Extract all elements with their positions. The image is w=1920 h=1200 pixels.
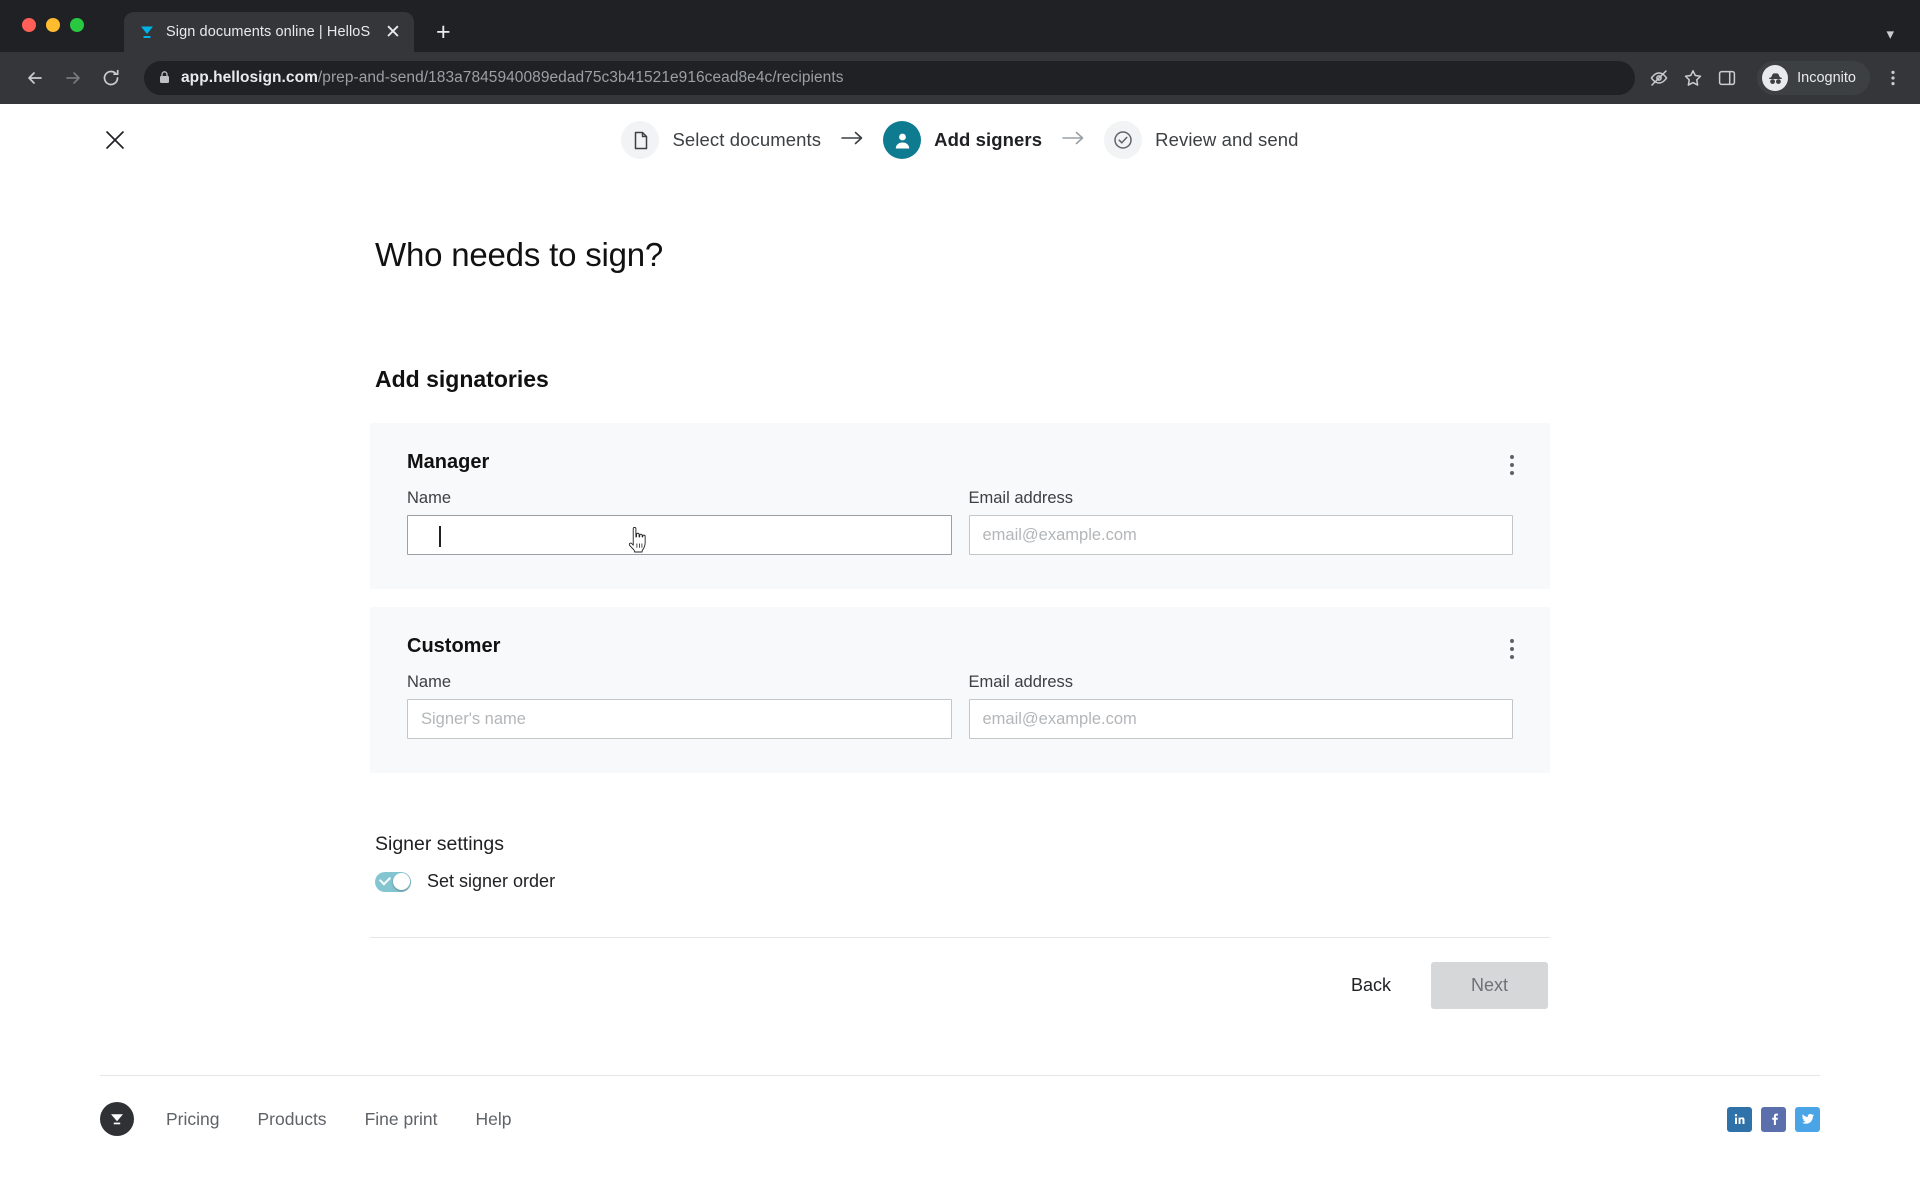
browser-tab-title: Sign documents online | HelloS xyxy=(166,24,371,40)
close-icon[interactable] xyxy=(98,123,132,157)
signer-name-field-group-manager: Name xyxy=(407,489,952,555)
signer-fields-customer: Name Email address xyxy=(390,673,1530,739)
step-review-and-send[interactable]: Review and send xyxy=(1104,121,1298,159)
signer-email-field-group-customer: Email address xyxy=(968,673,1513,739)
page-content: Select documents Add signers Review and … xyxy=(0,104,1920,1200)
footer-links: Pricing Products Fine print Help xyxy=(100,1102,518,1136)
footer-link-fine-print[interactable]: Fine print xyxy=(359,1109,444,1130)
footer-social-links xyxy=(1727,1106,1820,1132)
signer-email-field-group-manager: Email address xyxy=(968,489,1513,555)
browser-window: Sign documents online | HelloS ✕ + ▾ app… xyxy=(0,0,1920,1200)
window-traffic-lights xyxy=(22,18,84,32)
side-panel-icon[interactable] xyxy=(1717,68,1737,88)
check-icon xyxy=(378,872,392,886)
page-title: Who needs to sign? xyxy=(375,236,664,273)
kebab-menu-icon[interactable] xyxy=(1884,69,1902,87)
check-circle-icon xyxy=(1104,121,1143,159)
tab-close-icon[interactable]: ✕ xyxy=(382,23,404,42)
arrow-right-icon[interactable] xyxy=(56,61,90,95)
signer-email-label-customer: Email address xyxy=(968,673,1074,691)
lock-icon xyxy=(158,70,171,87)
incognito-label: Incognito xyxy=(1797,70,1856,86)
section-title-add-signatories: Add signatories xyxy=(375,366,549,392)
footer-link-pricing[interactable]: Pricing xyxy=(160,1109,226,1130)
step-add-signers[interactable]: Add signers xyxy=(883,121,1042,159)
signer-menu-button-customer[interactable] xyxy=(1500,635,1524,663)
signer-settings-title: Signer settings xyxy=(375,833,504,855)
set-signer-order-label: Set signer order xyxy=(427,871,556,891)
signer-name-input-wrap-manager xyxy=(407,515,952,555)
browser-tab[interactable]: Sign documents online | HelloS ✕ xyxy=(124,12,414,52)
eye-slash-icon[interactable] xyxy=(1649,68,1669,88)
window-maximize-button[interactable] xyxy=(70,18,84,32)
footer-link-products[interactable]: Products xyxy=(252,1109,333,1130)
browser-tabstrip: Sign documents online | HelloS ✕ + ▾ xyxy=(0,0,1920,52)
signer-name-label-customer: Name xyxy=(407,673,452,691)
signer-email-input-manager[interactable] xyxy=(968,515,1513,555)
set-signer-order-row: Set signer order xyxy=(370,871,1550,892)
chevron-down-icon[interactable]: ▾ xyxy=(1886,25,1894,43)
step-select-documents[interactable]: Select documents xyxy=(621,121,821,159)
new-tab-button[interactable]: + xyxy=(436,20,451,45)
hellosign-logo-icon xyxy=(100,1102,134,1136)
step-label-review-and-send: Review and send xyxy=(1155,129,1299,150)
next-button[interactable]: Next xyxy=(1430,962,1548,1009)
reload-icon[interactable] xyxy=(94,61,128,95)
window-minimize-button[interactable] xyxy=(46,18,60,32)
address-bar-path: /prep-and-send/183a7845940089edad75c3b41… xyxy=(317,69,844,86)
arrow-right-icon xyxy=(841,129,863,151)
signer-menu-button-manager[interactable] xyxy=(1500,451,1524,479)
person-icon xyxy=(883,121,922,159)
app-topbar: Select documents Add signers Review and … xyxy=(0,104,1920,176)
document-icon xyxy=(621,121,660,159)
footer-link-help[interactable]: Help xyxy=(470,1109,518,1130)
step-label-add-signers: Add signers xyxy=(934,129,1043,150)
toggle-knob xyxy=(392,873,410,890)
actions-divider xyxy=(370,937,1550,938)
address-bar-host: app.hellosign.com xyxy=(181,69,318,86)
signer-name-input-manager[interactable] xyxy=(407,515,952,555)
workflow-stepper: Select documents Add signers Review and … xyxy=(621,121,1298,159)
browser-toolbar: app.hellosign.com/prep-and-send/183a7845… xyxy=(0,52,1920,104)
arrow-right-icon xyxy=(1062,129,1084,151)
text-caret xyxy=(439,526,441,547)
signer-name-input-customer[interactable] xyxy=(407,699,952,739)
main-content: Who needs to sign? Add signatories Manag… xyxy=(370,176,1550,1009)
signer-email-input-customer[interactable] xyxy=(968,699,1513,739)
signer-card-customer: Customer Name Email address xyxy=(370,607,1550,773)
page-footer: Pricing Products Fine print Help xyxy=(100,1076,1820,1162)
signer-role-manager: Manager xyxy=(407,451,490,473)
toolbar-icons: Incognito xyxy=(1649,61,1902,95)
wizard-actions: Back Next xyxy=(370,962,1550,1009)
twitter-icon[interactable] xyxy=(1795,1106,1820,1132)
signer-name-label-manager: Name xyxy=(407,489,452,507)
step-label-select-documents: Select documents xyxy=(672,129,822,150)
back-button[interactable]: Back xyxy=(1333,963,1409,1008)
signer-name-field-group-customer: Name xyxy=(407,673,952,739)
arrow-left-icon[interactable] xyxy=(18,61,52,95)
incognito-indicator[interactable]: Incognito xyxy=(1757,61,1870,95)
hellosign-logo-icon xyxy=(138,23,156,41)
signer-email-label-manager: Email address xyxy=(968,489,1074,507)
signer-fields-manager: Name Email address xyxy=(390,489,1530,555)
star-icon[interactable] xyxy=(1683,68,1703,88)
window-close-button[interactable] xyxy=(22,18,36,32)
address-bar-url: app.hellosign.com/prep-and-send/183a7845… xyxy=(181,69,844,87)
signer-card-manager: Manager Name Email address xyxy=(370,423,1550,589)
signer-role-customer: Customer xyxy=(407,635,501,657)
incognito-hat-icon xyxy=(1762,65,1789,91)
facebook-icon[interactable] xyxy=(1761,1106,1786,1132)
linkedin-icon[interactable] xyxy=(1727,1106,1752,1132)
set-signer-order-toggle[interactable] xyxy=(375,871,411,892)
address-bar[interactable]: app.hellosign.com/prep-and-send/183a7845… xyxy=(144,61,1636,95)
